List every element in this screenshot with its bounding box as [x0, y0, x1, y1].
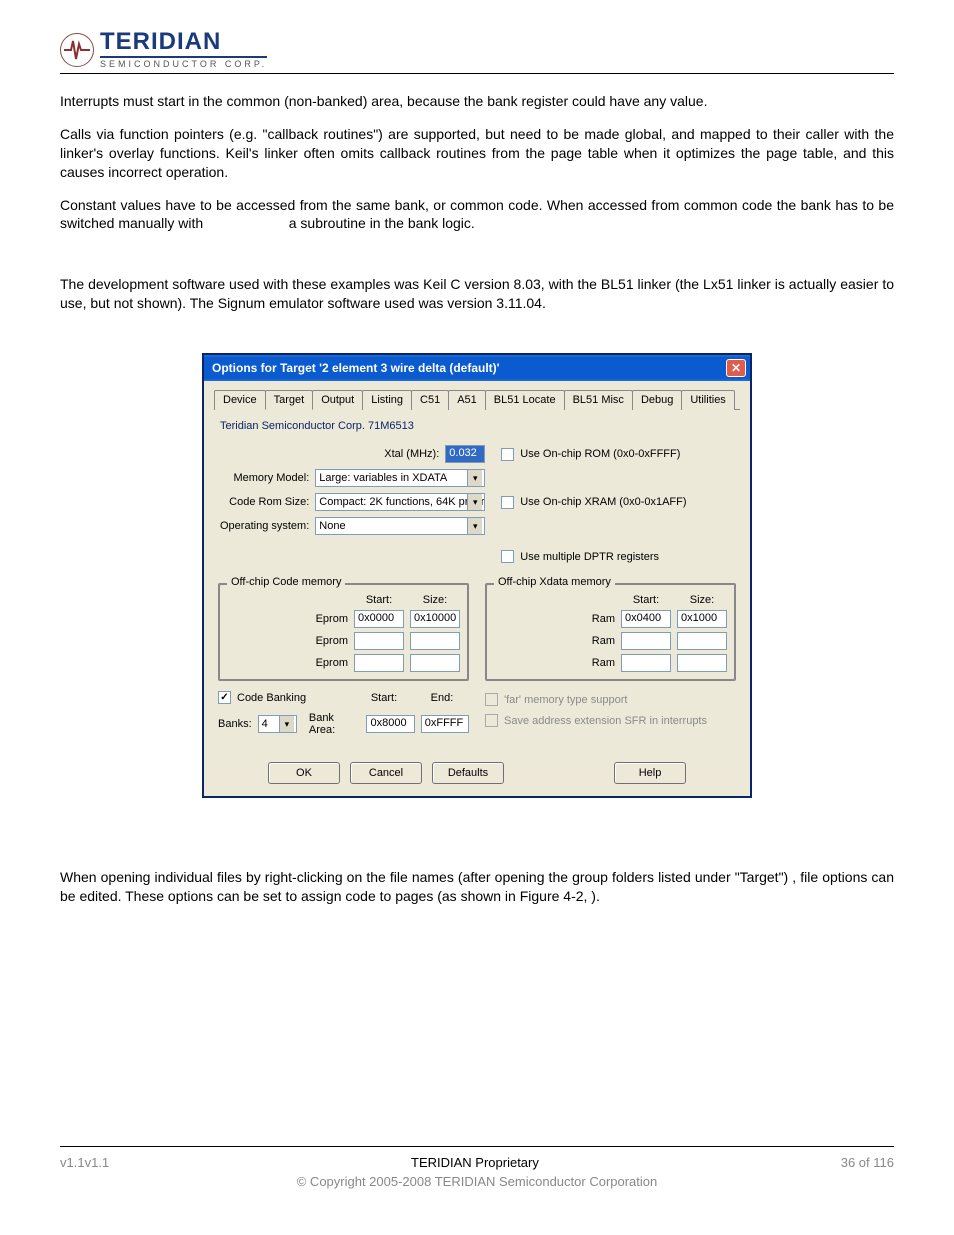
eprom-size-2[interactable]: [410, 632, 460, 650]
header-rule: [60, 73, 894, 74]
footer-page-number: 36 of 116: [841, 1155, 894, 1170]
footer-proprietary: TERIDIAN Proprietary: [109, 1155, 841, 1170]
ram-label-1: Ram: [592, 613, 615, 625]
paragraph-5: When opening individual files by right-c…: [60, 868, 894, 906]
bank-start-header: Start:: [359, 692, 409, 704]
use-onchip-rom-checkbox[interactable]: [501, 448, 514, 461]
eprom-start-2[interactable]: [354, 632, 404, 650]
tab-target[interactable]: Target: [265, 390, 314, 410]
paragraph-3: Constant values have to be accessed from…: [60, 196, 894, 234]
ram-label-3: Ram: [592, 657, 615, 669]
use-multiple-dptr-label: Use multiple DPTR registers: [520, 551, 659, 563]
ram-size-1[interactable]: 0x1000: [677, 610, 727, 628]
paragraph-3a: Constant values have to be accessed from…: [60, 197, 894, 232]
dialog-tabs: Device Target Output Listing C51 A51 BL5…: [214, 389, 740, 410]
dialog-title: Options for Target '2 element 3 wire del…: [212, 361, 500, 375]
save-addr-label: Save address extension SFR in interrupts: [504, 715, 707, 727]
use-onchip-xram-checkbox[interactable]: [501, 496, 514, 509]
use-onchip-rom-label: Use On-chip ROM (0x0-0xFFFF): [520, 448, 680, 460]
ram-start-2[interactable]: [621, 632, 671, 650]
tab-c51[interactable]: C51: [411, 390, 449, 410]
save-addr-checkbox: [485, 714, 498, 727]
start-header-xdata: Start:: [621, 594, 671, 606]
code-banking-label: Code Banking: [237, 692, 306, 704]
tab-bl51-locate[interactable]: BL51 Locate: [485, 390, 565, 410]
help-button[interactable]: Help: [614, 762, 686, 784]
logo: TERIDIAN SEMICONDUCTOR CORP.: [60, 30, 894, 69]
offchip-code-legend: Off-chip Code memory: [227, 576, 345, 588]
footer-version: v1.1v1.1: [60, 1155, 109, 1170]
operating-system-label: Operating system:: [220, 520, 309, 532]
cancel-button[interactable]: Cancel: [350, 762, 422, 784]
paragraph-1: Interrupts must start in the common (non…: [60, 92, 894, 111]
tab-output[interactable]: Output: [312, 390, 363, 410]
memory-model-label: Memory Model:: [233, 472, 309, 484]
eprom-start-1[interactable]: 0x0000: [354, 610, 404, 628]
ram-size-3[interactable]: [677, 654, 727, 672]
close-icon[interactable]: ✕: [726, 359, 746, 377]
code-banking-checkbox[interactable]: [218, 691, 231, 704]
code-rom-size-label: Code Rom Size:: [229, 496, 309, 508]
bank-area-start[interactable]: 0x8000: [366, 715, 414, 733]
xtal-input[interactable]: 0.032: [445, 445, 485, 463]
logo-icon: [60, 33, 94, 67]
ram-start-1[interactable]: 0x0400: [621, 610, 671, 628]
ram-start-3[interactable]: [621, 654, 671, 672]
paragraph-4: The development software used with these…: [60, 275, 894, 313]
footer-copyright: © Copyright 2005-2008 TERIDIAN Semicondu…: [60, 1174, 894, 1189]
ram-size-2[interactable]: [677, 632, 727, 650]
ok-button[interactable]: OK: [268, 762, 340, 784]
tab-bl51-misc[interactable]: BL51 Misc: [564, 390, 633, 410]
offchip-xdata-fieldset: Off-chip Xdata memory Start: Size: Ram 0…: [485, 583, 736, 681]
ram-label-2: Ram: [592, 635, 615, 647]
logo-main-text: TERIDIAN: [100, 30, 267, 58]
tab-debug[interactable]: Debug: [632, 390, 682, 410]
page-footer: v1.1v1.1 TERIDIAN Proprietary 36 of 116 …: [60, 1146, 894, 1189]
tab-listing[interactable]: Listing: [362, 390, 412, 410]
bank-area-label: Bank Area:: [309, 712, 361, 736]
eprom-label-1: Eprom: [316, 613, 348, 625]
bank-area-end[interactable]: 0xFFFF: [421, 715, 469, 733]
xtal-label: Xtal (MHz):: [384, 448, 439, 460]
paragraph-2: Calls via function pointers (e.g. "callb…: [60, 125, 894, 182]
eprom-label-3: Eprom: [316, 657, 348, 669]
banks-select[interactable]: 4: [258, 715, 297, 733]
offchip-code-fieldset: Off-chip Code memory Start: Size: Eprom …: [218, 583, 469, 681]
start-header-code: Start:: [354, 594, 404, 606]
operating-system-select[interactable]: None: [315, 517, 485, 535]
use-onchip-xram-label: Use On-chip XRAM (0x0-0x1AFF): [520, 496, 686, 508]
far-memory-label: 'far' memory type support: [504, 694, 627, 706]
page-header: TERIDIAN SEMICONDUCTOR CORP.: [60, 30, 894, 74]
tab-device[interactable]: Device: [214, 390, 266, 410]
dialog-titlebar[interactable]: Options for Target '2 element 3 wire del…: [204, 355, 750, 381]
eprom-start-3[interactable]: [354, 654, 404, 672]
eprom-size-1[interactable]: 0x10000: [410, 610, 460, 628]
eprom-label-2: Eprom: [316, 635, 348, 647]
use-multiple-dptr-checkbox[interactable]: [501, 550, 514, 563]
bank-end-header: End:: [417, 692, 467, 704]
options-dialog: Options for Target '2 element 3 wire del…: [202, 353, 752, 798]
logo-sub-text: SEMICONDUCTOR CORP.: [100, 60, 267, 69]
memory-model-select[interactable]: Large: variables in XDATA: [315, 469, 485, 487]
device-line: Teridian Semiconductor Corp. 71M6513: [220, 420, 740, 432]
eprom-size-3[interactable]: [410, 654, 460, 672]
tab-a51[interactable]: A51: [448, 390, 486, 410]
paragraph-3b: a subroutine in the bank logic.: [289, 215, 475, 231]
tab-utilities[interactable]: Utilities: [681, 390, 734, 410]
banks-label: Banks:: [218, 718, 252, 730]
defaults-button[interactable]: Defaults: [432, 762, 504, 784]
size-header-code: Size:: [410, 594, 460, 606]
far-memory-checkbox: [485, 693, 498, 706]
offchip-xdata-legend: Off-chip Xdata memory: [494, 576, 615, 588]
code-rom-size-select[interactable]: Compact: 2K functions, 64K program: [315, 493, 485, 511]
size-header-xdata: Size:: [677, 594, 727, 606]
